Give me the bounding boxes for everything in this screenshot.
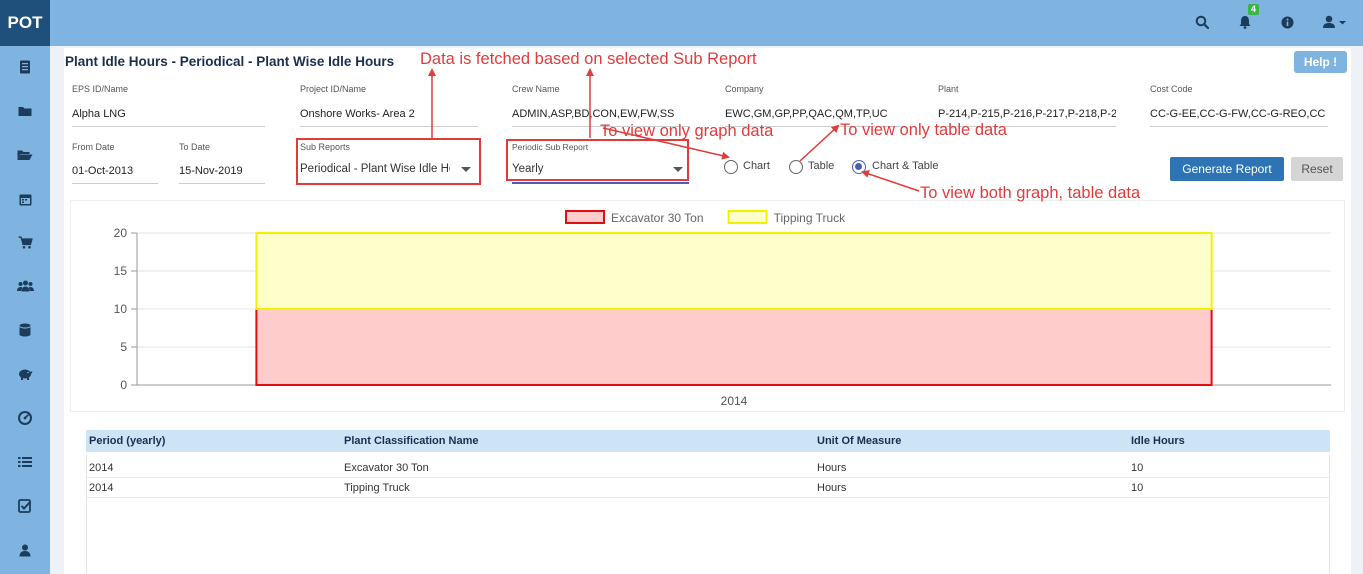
annotation-arrows <box>428 68 920 192</box>
arrow-to-chart-table-radio <box>861 170 920 192</box>
arrow-to-chart-radio <box>602 127 730 160</box>
arrow-to-table-radio <box>799 124 840 162</box>
